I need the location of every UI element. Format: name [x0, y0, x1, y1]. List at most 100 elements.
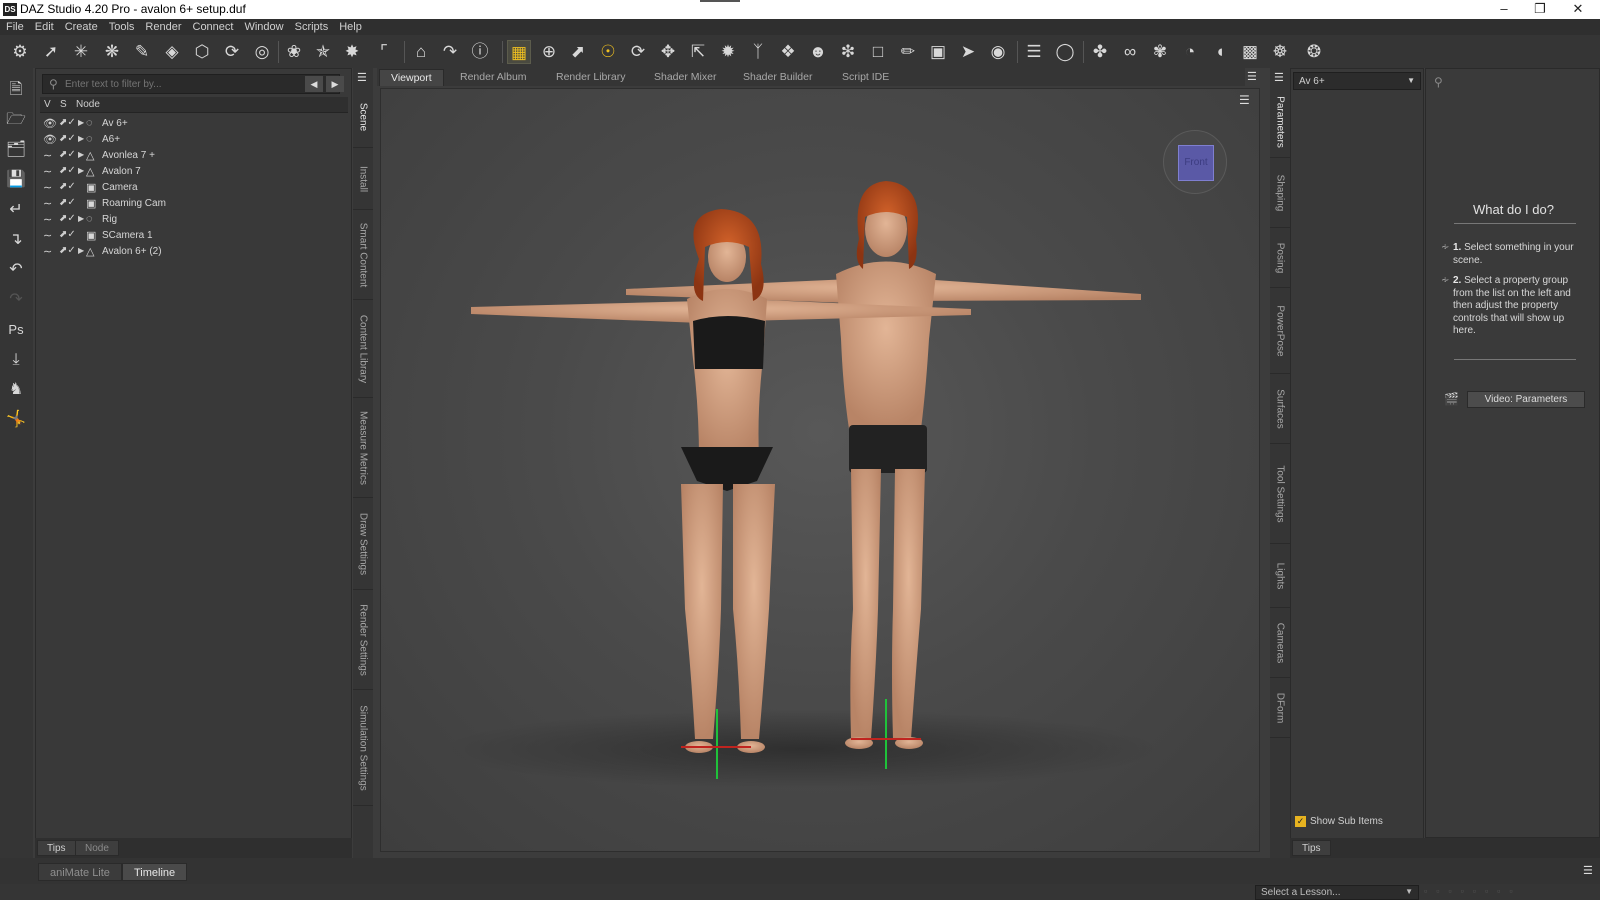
- bottom-pane-menu-icon[interactable]: ☰: [1583, 864, 1593, 877]
- tab-powerpose[interactable]: PowerPose: [1270, 288, 1290, 374]
- active-pose-icon[interactable]: ᛉ: [746, 40, 770, 64]
- tab-shaping[interactable]: Shaping: [1270, 158, 1290, 228]
- tab-install[interactable]: Install: [353, 148, 373, 210]
- expand-arrow-icon[interactable]: ▶: [78, 134, 84, 143]
- menu-render[interactable]: Render: [139, 19, 186, 33]
- bridge-icon[interactable]: ◖: [1208, 40, 1232, 64]
- tab-param-tips[interactable]: Tips: [1292, 840, 1331, 856]
- new-scene-icon[interactable]: 🗎: [4, 78, 28, 102]
- eye-closed-icon[interactable]: ∼: [43, 149, 57, 162]
- menu-window[interactable]: Window: [238, 19, 288, 33]
- unknown-icon[interactable]: ◯: [1053, 40, 1077, 64]
- tab-smart-content[interactable]: Smart Content: [353, 210, 373, 300]
- eye-icon[interactable]: 👁: [43, 133, 57, 146]
- screenshot-icon[interactable]: ◉: [986, 40, 1010, 64]
- tab-viewport[interactable]: Viewport: [379, 69, 444, 86]
- transform-icon[interactable]: ⬡: [190, 40, 214, 64]
- universal-manip-icon[interactable]: ⊕: [537, 40, 561, 64]
- node-selection-icon[interactable]: ▦: [507, 40, 531, 64]
- scene-node-row[interactable]: ∼ ⬈✓ ▣ Roaming Cam: [40, 196, 348, 212]
- merge-icon[interactable]: 🗂: [4, 138, 28, 162]
- tab-lights[interactable]: Lights: [1270, 544, 1290, 608]
- tab-timeline[interactable]: Timeline: [122, 863, 188, 881]
- edit-toolbox-icon[interactable]: ✹: [716, 40, 740, 64]
- joint-editor-icon[interactable]: ❖: [776, 40, 800, 64]
- right-pane-menu-icon[interactable]: ☰: [1274, 71, 1284, 84]
- tab-simulation-settings[interactable]: Simulation Settings: [353, 690, 373, 806]
- rotate-geom-icon[interactable]: ⟳: [220, 40, 244, 64]
- lesson-selector[interactable]: Select a Lesson... ▼: [1255, 885, 1419, 900]
- eye-closed-icon[interactable]: ∼: [43, 197, 57, 210]
- figure-setup-icon[interactable]: ☻: [806, 40, 830, 64]
- select-arrow-icon[interactable]: ⬈✓: [59, 133, 76, 144]
- surface-selection-icon[interactable]: ❀: [282, 40, 306, 64]
- geometry-editor-icon[interactable]: ◈: [160, 40, 184, 64]
- scene-node-row[interactable]: ∼ ⬈✓ ▶ △ Avalon 6+ (2): [40, 244, 348, 260]
- menu-tools[interactable]: Tools: [103, 19, 140, 33]
- physics-icon[interactable]: □: [866, 40, 890, 64]
- scale-icon[interactable]: ⇱: [686, 40, 710, 64]
- restore-icon[interactable]: ❐: [1522, 0, 1558, 19]
- pane-menu-icon[interactable]: ☰: [357, 71, 367, 84]
- translate-icon[interactable]: ✥: [656, 40, 680, 64]
- tab-surfaces[interactable]: Surfaces: [1270, 374, 1290, 444]
- view-cube-face[interactable]: Front: [1178, 145, 1214, 181]
- eye-closed-icon[interactable]: ∼: [43, 213, 57, 226]
- tab-render-settings[interactable]: Render Settings: [353, 590, 373, 690]
- eye-icon[interactable]: 👁: [43, 117, 57, 130]
- menu-connect[interactable]: Connect: [187, 19, 239, 33]
- eye-closed-icon[interactable]: ∼: [43, 245, 57, 258]
- tab-cameras[interactable]: Cameras: [1270, 608, 1290, 678]
- align-icon[interactable]: ☰: [1022, 40, 1046, 64]
- world-icon[interactable]: ☸: [1268, 40, 1292, 64]
- home-icon[interactable]: ⌂: [409, 40, 433, 64]
- scene-filter-input[interactable]: [65, 77, 305, 91]
- help-icon[interactable]: ⓘ: [468, 40, 492, 64]
- bend-icon[interactable]: ✸: [340, 40, 364, 64]
- video-parameters-button[interactable]: Video: Parameters: [1467, 391, 1585, 408]
- col-selectable[interactable]: S: [60, 99, 67, 110]
- tab-draw-settings[interactable]: Draw Settings: [353, 498, 373, 590]
- menu-help[interactable]: Help: [333, 19, 367, 33]
- undo-icon[interactable]: ↶: [4, 258, 28, 282]
- tab-shader-mixer[interactable]: Shader Mixer: [643, 69, 727, 86]
- camera-icon[interactable]: ▣: [926, 40, 950, 64]
- menu-scripts[interactable]: Scripts: [289, 19, 334, 33]
- select-arrow-icon[interactable]: ⬈✓: [59, 117, 76, 128]
- select-arrow-icon[interactable]: ⬈✓: [59, 181, 76, 192]
- measure-icon[interactable]: ⌜: [372, 40, 396, 64]
- lasso-icon[interactable]: ✯: [311, 40, 335, 64]
- tab-render-library[interactable]: Render Library: [545, 69, 636, 86]
- rotate-icon[interactable]: ⟳: [626, 40, 650, 64]
- universal-tool-icon[interactable]: ❋: [100, 40, 124, 64]
- viewport-pane-menu-icon[interactable]: ☰: [1247, 70, 1257, 83]
- paint-icon[interactable]: ✏: [896, 40, 920, 64]
- tab-render-album[interactable]: Render Album: [449, 69, 538, 86]
- select-arrow-icon[interactable]: ⬈✓: [59, 245, 76, 256]
- tab-dform[interactable]: DForm: [1270, 678, 1290, 738]
- search-icon[interactable]: ⚲: [1434, 75, 1443, 89]
- eye-closed-icon[interactable]: ∼: [43, 165, 57, 178]
- expand-arrow-icon[interactable]: ▶: [78, 118, 84, 127]
- expand-arrow-icon[interactable]: ▶: [78, 166, 84, 175]
- pick-icon[interactable]: ➤: [956, 40, 980, 64]
- teleport-icon[interactable]: ❂: [1302, 40, 1326, 64]
- col-node[interactable]: Node: [76, 99, 100, 110]
- redo-icon[interactable]: ↷: [4, 288, 28, 312]
- col-visible[interactable]: V: [44, 99, 51, 110]
- tab-posing[interactable]: Posing: [1270, 228, 1290, 288]
- whats-this-icon[interactable]: ↷: [438, 40, 462, 64]
- tab-shader-builder[interactable]: Shader Builder: [732, 69, 823, 86]
- scene-node-row[interactable]: 👁 ⬈✓ ▶ ◌ Av 6+: [40, 116, 348, 132]
- minimize-icon[interactable]: –: [1486, 0, 1522, 19]
- pose-converter-icon[interactable]: ❇: [836, 40, 860, 64]
- knife-icon[interactable]: ✤: [1088, 40, 1112, 64]
- photoshop-bridge-icon[interactable]: Ps: [4, 318, 28, 342]
- select-arrow-icon[interactable]: ⬈✓: [59, 213, 76, 224]
- tab-node[interactable]: Node: [75, 840, 119, 856]
- bulge-icon[interactable]: ◔: [1178, 40, 1202, 64]
- node-selector-dropdown[interactable]: Av 6+ ▼: [1293, 72, 1421, 90]
- eye-closed-icon[interactable]: ∼: [43, 229, 57, 242]
- spot-render-icon[interactable]: ☉: [596, 40, 620, 64]
- link-icon[interactable]: ∞: [1118, 40, 1142, 64]
